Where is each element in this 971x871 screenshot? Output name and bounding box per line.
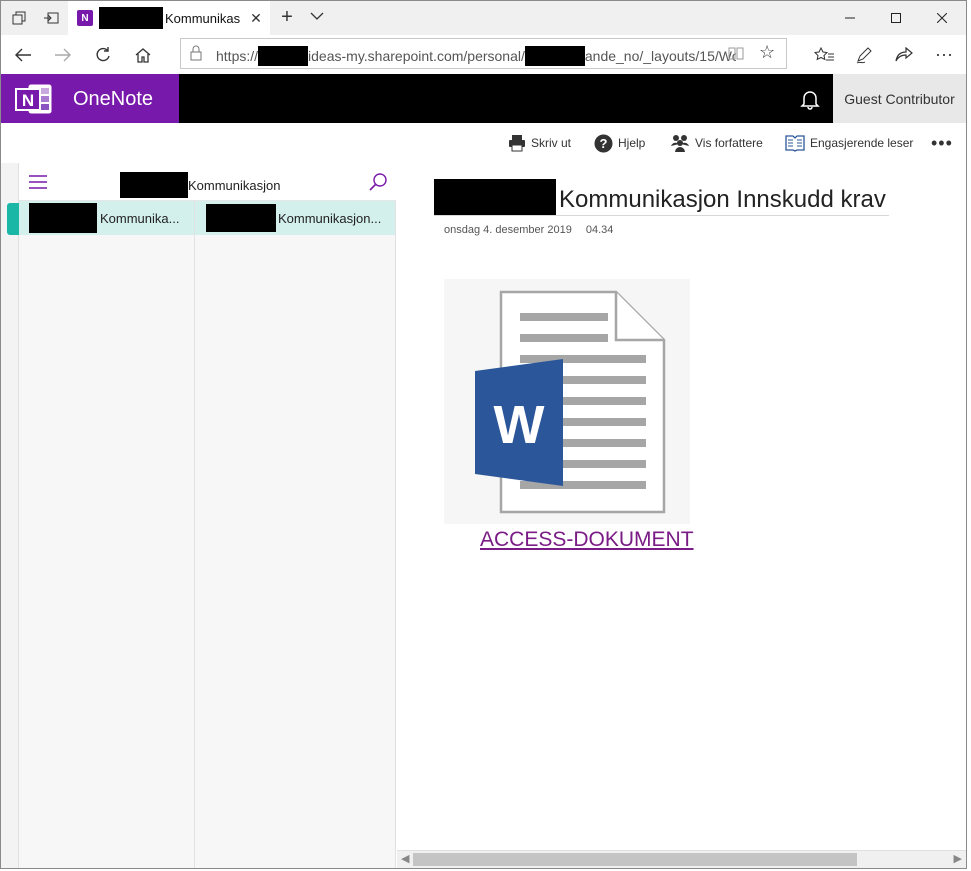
tab-groups-icon[interactable] [3,1,35,35]
onenote-favicon-icon: N [77,10,93,26]
notebook-title[interactable]: Kommunikasjon [120,172,281,198]
share-icon[interactable] [884,35,924,74]
app-brand[interactable]: N OneNote [1,74,179,123]
word-document-icon[interactable]: W [444,279,690,524]
user-account-button[interactable]: Guest Contributor [833,74,966,123]
page-date: onsdag 4. desember 2019 [444,224,572,236]
sections-pane: Kommunika... [19,201,195,868]
page-time: 04.34 [585,224,614,236]
address-field[interactable]: https:// ideas-my.sharepoint.com/personal… [180,38,787,69]
section-color-tab [7,203,19,235]
scrollbar-thumb[interactable] [413,853,857,866]
favorites-list-icon[interactable] [804,35,844,74]
immersive-reader-label: Engasjerende leser [810,136,914,150]
page-canvas[interactable]: Kommunikasjon Innskudd krav onsdag 4. de… [397,163,966,850]
set-tabs-aside-icon[interactable] [35,1,67,35]
search-icon[interactable] [368,172,388,192]
maximize-icon[interactable] [873,1,919,35]
close-tab-icon[interactable]: ✕ [248,10,264,27]
forward-arrow-icon[interactable] [43,35,83,74]
attachment-link[interactable]: ACCESS-DOKUMENT [480,528,694,552]
reading-view-icon[interactable] [728,45,744,64]
pages-pane: Kommunikasjon... [195,201,396,868]
active-tab[interactable]: N Kommunikas ✕ [68,1,270,35]
new-tab-icon[interactable]: + [277,6,297,29]
notebook-header: Kommunikasjon [19,163,396,201]
show-authors-button[interactable]: Vis forfattere [670,123,763,163]
help-question-icon: ? [594,134,613,152]
tab-title: Kommunikas [165,10,241,26]
redacted-block [206,204,276,232]
app-name: OneNote [73,88,154,110]
url-middle: ideas-my.sharepoint.com/personal/ [308,48,525,64]
redacted-block [29,203,97,233]
notifications-bell-icon[interactable] [799,88,821,110]
browser-window: N Kommunikas ✕ + https:// ideas-my.share… [0,0,967,869]
minimize-icon[interactable] [827,1,873,35]
scroll-left-icon[interactable]: ◀ [401,852,409,865]
favorite-star-icon[interactable]: ☆ [759,42,775,63]
redacted-block [120,172,188,198]
page-title-text: Kommunikasjon Innskudd krav [559,186,886,213]
section-item[interactable]: Kommunika... [19,201,194,235]
close-window-icon[interactable] [919,1,965,35]
lock-icon [189,45,203,61]
immersive-reader-button[interactable]: Engasjerende leser [785,123,913,163]
onenote-logo-icon: N [15,83,53,115]
redacted-block [99,7,163,29]
navigation-bar: https:// ideas-my.sharepoint.com/personal… [1,35,966,74]
pen-notes-icon[interactable] [844,35,884,74]
command-bar: Skriv ut ? Hjelp Vis forfattere Engasjer… [1,123,966,163]
refresh-icon[interactable] [83,35,123,74]
left-gutter [1,163,19,868]
print-label: Skriv ut [531,136,572,150]
redacted-block [258,46,309,66]
page-timestamp: onsdag 4. desember 2019 04.34 [444,224,613,236]
home-icon[interactable] [123,35,163,74]
chevron-down-icon[interactable] [309,8,325,24]
page-item[interactable]: Kommunikasjon... [195,201,395,235]
url-text: https:// ideas-my.sharepoint.com/personal… [216,46,736,66]
more-options-icon[interactable]: ••• [931,133,953,154]
redacted-block [434,179,556,215]
help-label: Hjelp [618,136,646,150]
svg-text:W: W [494,395,545,455]
immersive-reader-icon [785,135,805,152]
back-arrow-icon[interactable] [3,35,43,74]
section-label: Kommunika... [100,210,180,226]
more-menu-icon[interactable]: ··· [924,35,964,74]
hamburger-menu-icon[interactable] [29,175,47,189]
print-button[interactable]: Skriv ut [508,123,571,163]
help-button[interactable]: ? Hjelp [594,123,645,163]
onenote-header: N OneNote Guest Contributor [1,74,966,123]
people-icon [671,135,689,152]
url-suffix: ande_no/_layouts/15/Wo [584,48,736,64]
tab-strip: N Kommunikas ✕ + [1,1,966,35]
printer-icon [509,135,525,152]
notebook-title-text: Kommunikasjon [188,178,281,193]
page-item-label: Kommunikasjon... [278,210,382,226]
scroll-right-icon[interactable]: ▶ [954,852,962,865]
redacted-block [524,46,585,66]
horizontal-scrollbar[interactable]: ◀ ▶ [397,850,966,868]
show-authors-label: Vis forfattere [695,136,763,150]
svg-text:?: ? [600,136,608,151]
url-prefix: https:// [216,48,259,64]
svg-text:N: N [22,91,34,110]
page-title[interactable]: Kommunikasjon Innskudd krav [434,179,889,216]
